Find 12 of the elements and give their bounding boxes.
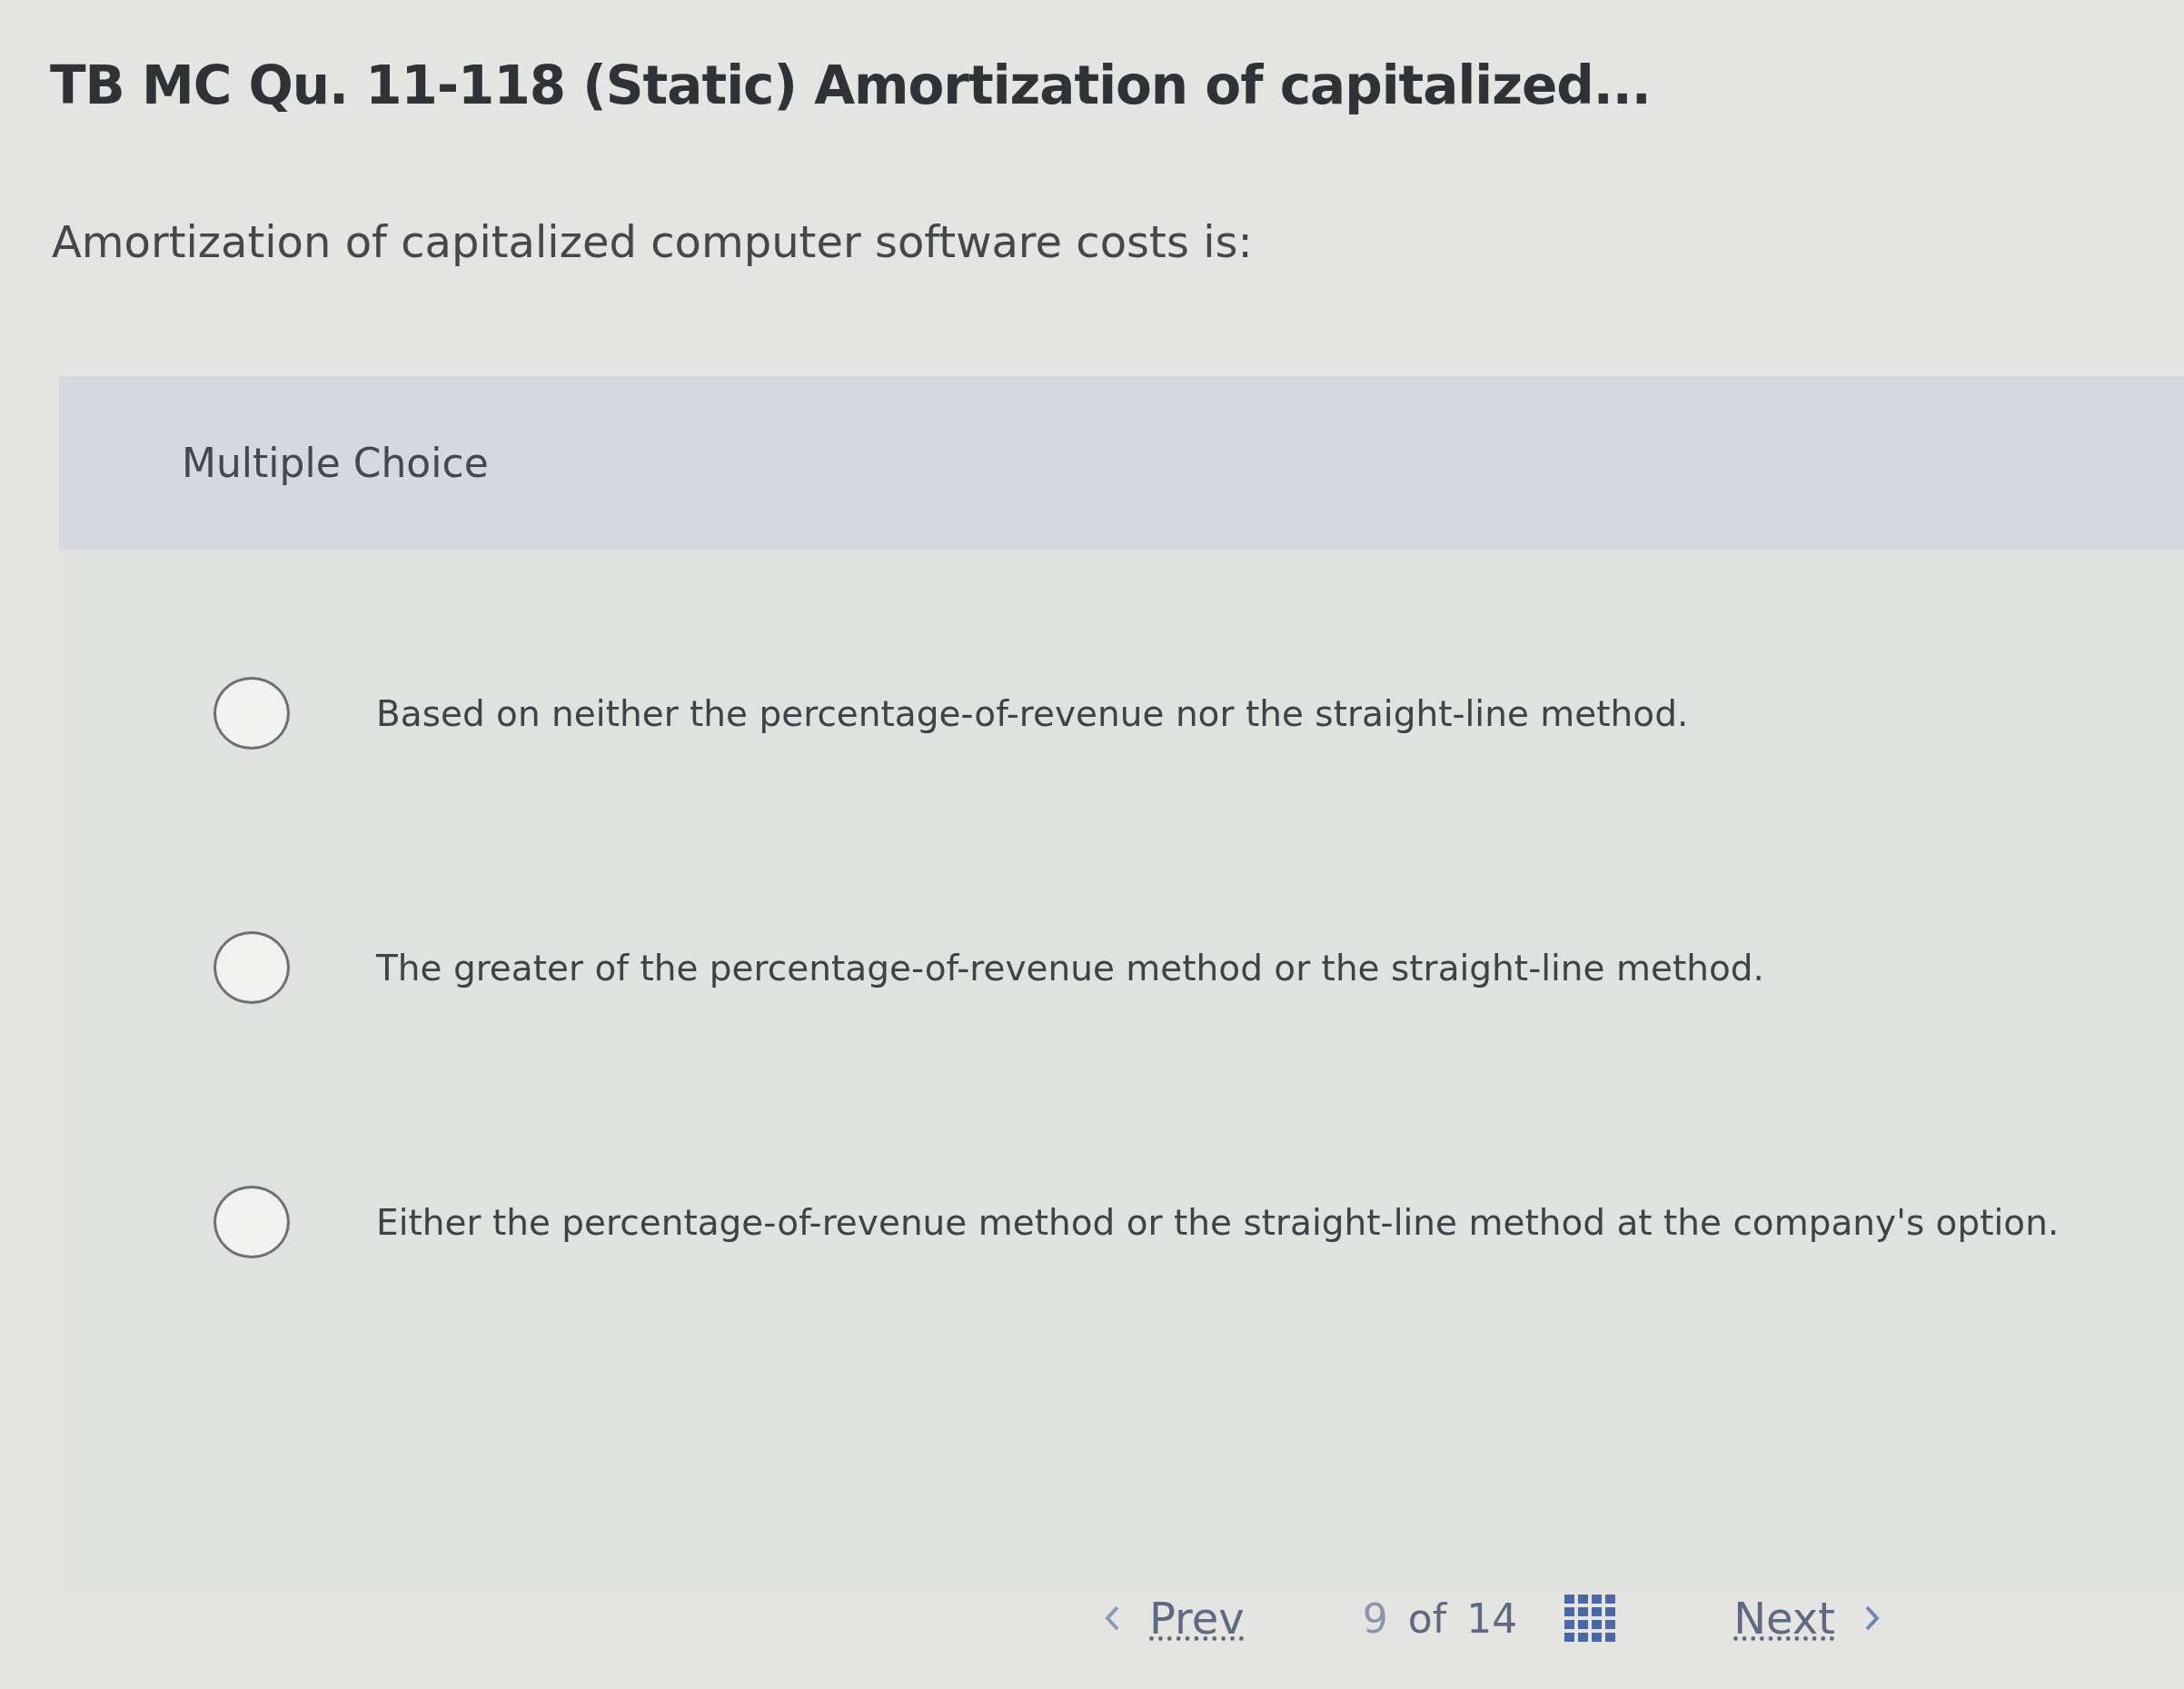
question-text: Amortization of capitalized computer software costs is: — [52, 216, 1254, 267]
answer-option: Either the percentage-of-revenue method or the straight-line method at the company's option. — [376, 1201, 2060, 1243]
current-page: 9 — [1362, 1595, 1388, 1642]
answer-option: The greater of the percentage-of-revenue method or the straight-line method. — [376, 947, 1764, 989]
question-title: TB MC Qu. 11-118 (Static) Amortization of capitalized... — [50, 55, 1652, 116]
prev-link[interactable]: Prev — [1104, 1593, 1245, 1644]
answer-type-label: Multiple Choice — [182, 440, 489, 486]
page-of-label: of — [1407, 1595, 1447, 1642]
total-pages: 14 — [1466, 1595, 1518, 1642]
next-link[interactable]: Next — [1733, 1593, 1881, 1644]
answer-option: Based on neither the percentage-of-revenue nor the straight-line method. — [376, 692, 1689, 734]
grid-icon[interactable] — [1564, 1595, 1616, 1642]
